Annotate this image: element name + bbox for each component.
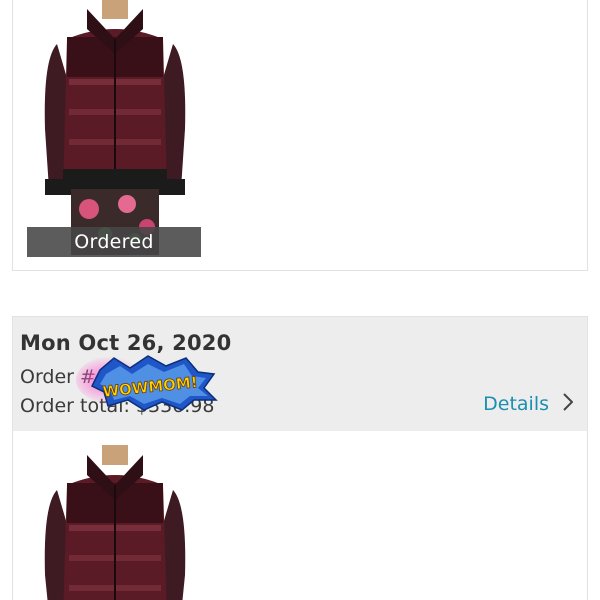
details-link[interactable]: Details (483, 393, 574, 415)
wowmom-sticker: WOWMOM! (74, 352, 222, 414)
chevron-right-icon[interactable] (563, 393, 574, 415)
product-image[interactable] (27, 0, 201, 255)
product-image[interactable] (27, 445, 201, 600)
status-badge: Ordered (27, 227, 201, 257)
details-label[interactable]: Details (483, 393, 549, 415)
order-card[interactable]: Ordered (12, 0, 588, 271)
